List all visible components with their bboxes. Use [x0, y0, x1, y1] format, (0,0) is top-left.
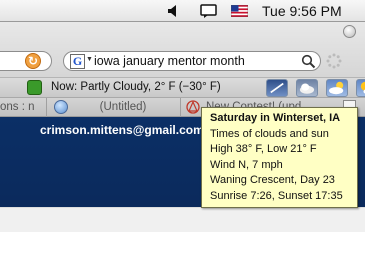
page-nav-strip [0, 207, 365, 232]
forecastfox-icon[interactable] [27, 80, 42, 95]
tooltip-moon: Waning Crescent, Day 23 [210, 174, 335, 186]
cloudy-icon[interactable] [296, 79, 318, 97]
current-conditions[interactable]: Now: Partly Cloudy, 2° F (−30° F) [51, 81, 221, 93]
tooltip-wind: Wind N, 7 mph [210, 158, 283, 171]
url-field[interactable]: ↻ [0, 51, 52, 71]
weather-toolbar: Now: Partly Cloudy, 2° F (−30° F) [0, 77, 365, 97]
tooltip-conditions: Times of clouds and sun [210, 127, 329, 140]
search-icon[interactable] [301, 54, 316, 69]
search-input[interactable]: iowa january mentor month [94, 54, 245, 68]
browser-toolbar: ↻ G ▼ iowa january mentor month Now: Par… [0, 22, 365, 97]
chat-icon[interactable] [200, 4, 217, 18]
site-favicon-icon [186, 100, 200, 114]
sunny-cloudy-icon[interactable] [356, 79, 365, 97]
tab-label: (Untitled) [99, 101, 147, 113]
tab-label: ons : n [0, 101, 35, 113]
user-email[interactable]: crimson.mittens@gmail.com [40, 123, 204, 137]
search-box[interactable]: G ▼ iowa january mentor month [63, 51, 321, 71]
search-engine-icon[interactable]: G [70, 54, 85, 69]
weather-tooltip: Saturday in Winterset, IA Times of cloud… [201, 107, 358, 208]
tab-untitled[interactable]: (Untitled) [48, 98, 181, 117]
us-flag-icon[interactable] [231, 5, 248, 17]
tooltip-sun: Sunrise 7:26, Sunset 17:35 [210, 189, 343, 202]
tooltip-title: Saturday in Winterset, IA [210, 112, 341, 124]
tooltip-temps: High 38° F, Low 21° F [210, 143, 317, 155]
tab-1[interactable]: ons : n [0, 98, 47, 117]
globe-icon [54, 100, 68, 114]
chevron-down-icon[interactable]: ▼ [86, 56, 93, 63]
reload-icon[interactable]: ↻ [25, 53, 41, 69]
throbber-icon [326, 53, 342, 69]
wind-icon[interactable] [266, 79, 288, 97]
volume-icon[interactable] [167, 4, 181, 18]
menu-bar: Tue 9:56 PM [0, 0, 365, 22]
toolbar-toggle-button[interactable] [343, 25, 356, 38]
partly-cloudy-icon[interactable] [326, 79, 348, 97]
menu-clock[interactable]: Tue 9:56 PM [262, 3, 342, 19]
